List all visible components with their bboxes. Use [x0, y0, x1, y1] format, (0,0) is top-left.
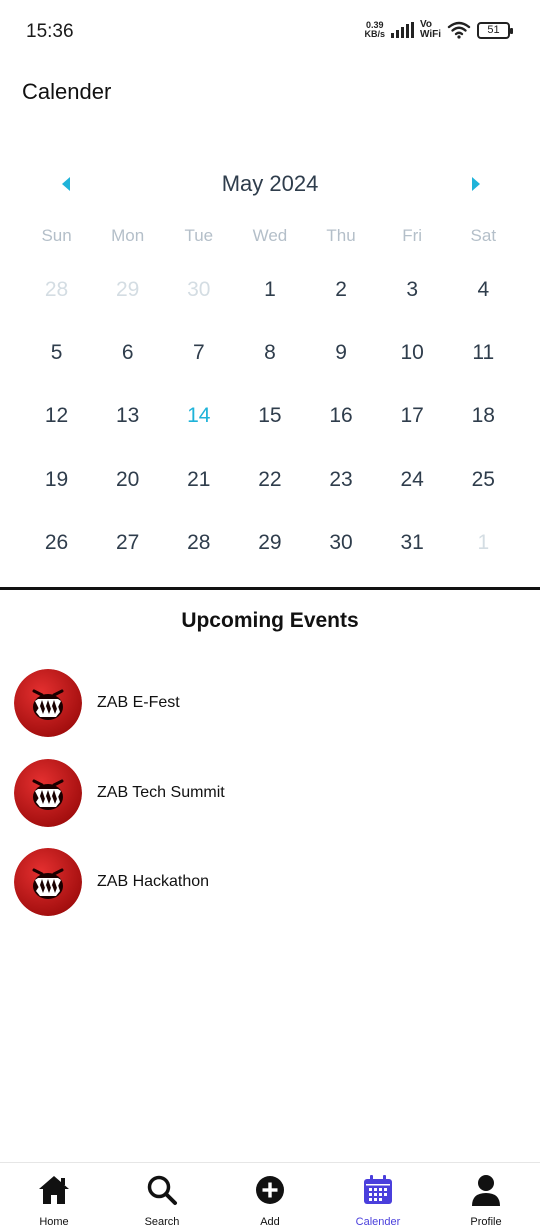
section-divider [0, 587, 540, 590]
monster-avatar-icon [14, 669, 82, 737]
calendar-screen: 15:36 0.39 KB/s Vo WiFi 51 Calender May … [0, 0, 540, 1230]
day-cell[interactable]: 30 [306, 513, 377, 576]
nav-label: Profile [470, 1216, 502, 1228]
day-cell[interactable]: 23 [306, 450, 377, 513]
day-cell[interactable]: 5 [21, 323, 92, 386]
day-cell[interactable]: 17 [377, 387, 448, 450]
monster-avatar-icon [14, 759, 82, 827]
bottom-nav: Home Search Add Calender Profile [0, 1162, 540, 1230]
weekday-label: Sat [470, 226, 497, 245]
day-cell[interactable]: 1 [448, 513, 519, 576]
nav-label: Calender [355, 1216, 401, 1228]
day-cell-today[interactable]: 14 [163, 387, 234, 450]
event-name: ZAB Tech Summit [97, 784, 225, 801]
weekday-label: Thu [326, 226, 356, 245]
wifi-icon [447, 21, 471, 39]
signal-icon [390, 22, 414, 38]
day-cell[interactable]: 20 [92, 450, 163, 513]
day-cell[interactable]: 18 [448, 387, 519, 450]
wifi-label: WiFi [419, 29, 441, 40]
calendar-icon [360, 1172, 396, 1208]
day-cell[interactable]: 7 [163, 323, 234, 386]
day-cell[interactable]: 28 [21, 260, 92, 323]
day-cell[interactable]: 24 [377, 450, 448, 513]
next-month-button[interactable] [466, 174, 486, 194]
home-icon [36, 1172, 72, 1208]
day-cell[interactable]: 26 [21, 513, 92, 576]
status-bar: 15:36 0.39 KB/s Vo WiFi 51 [0, 0, 540, 62]
day-cell[interactable]: 15 [234, 387, 305, 450]
day-cell[interactable]: 21 [163, 450, 234, 513]
calendar: May 2024 Sun Mon Tue Wed Thu Fri Sat 28 29 30 1 2 3… [0, 160, 540, 554]
day-cell[interactable]: 13 [92, 387, 163, 450]
day-cell[interactable]: 28 [163, 513, 234, 576]
day-cell[interactable]: 3 [377, 260, 448, 323]
status-time: 15:36 [26, 21, 74, 42]
nav-item-add[interactable]: Add [216, 1163, 324, 1230]
network-speed-unit: KB/s [364, 29, 385, 39]
day-cell[interactable]: 9 [306, 323, 377, 386]
event-list-item[interactable]: ZAB Tech Summit [14, 758, 514, 828]
day-cell[interactable]: 31 [377, 513, 448, 576]
weekday-label: Wed [252, 226, 288, 245]
day-cell[interactable]: 27 [92, 513, 163, 576]
weekday-row: Sun Mon Tue Wed Thu Fri Sat [21, 226, 519, 246]
nav-item-calender[interactable]: Calender [324, 1163, 432, 1230]
day-cell[interactable]: 22 [234, 450, 305, 513]
nav-label: Search [144, 1216, 180, 1228]
vowifi-icon: Vo WiFi [420, 20, 441, 40]
day-cell[interactable]: 8 [234, 323, 305, 386]
nav-item-search[interactable]: Search [108, 1163, 216, 1230]
day-cell[interactable]: 10 [377, 323, 448, 386]
page-title: Calender [22, 79, 112, 104]
day-cell[interactable]: 29 [92, 260, 163, 323]
day-cell[interactable]: 2 [306, 260, 377, 323]
chevron-right-icon [472, 177, 480, 191]
day-cell[interactable]: 16 [306, 387, 377, 450]
day-grid: 28 29 30 1 2 3 4 5 6 7 8 9 10 11 12 13 14 15 16 17 18 19 20 21 2… [21, 260, 519, 576]
day-cell[interactable]: 25 [448, 450, 519, 513]
nav-label: Home [39, 1216, 69, 1228]
day-cell[interactable]: 11 [448, 323, 519, 386]
weekday-label: Mon [111, 226, 145, 245]
add-circle-icon [252, 1172, 288, 1208]
search-icon [144, 1172, 180, 1208]
nav-label: Add [260, 1216, 280, 1228]
day-cell[interactable]: 4 [448, 260, 519, 323]
weekday-label: Sun [41, 226, 72, 245]
event-list-item[interactable]: ZAB E-Fest [14, 668, 514, 738]
nav-item-profile[interactable]: Profile [432, 1163, 540, 1230]
event-list-item[interactable]: ZAB Hackathon [14, 847, 514, 917]
calendar-header: May 2024 [0, 160, 540, 208]
month-label: May 2024 [221, 171, 319, 196]
day-cell[interactable]: 19 [21, 450, 92, 513]
weekday-label: Fri [402, 226, 423, 245]
day-cell[interactable]: 29 [234, 513, 305, 576]
nav-item-home[interactable]: Home [0, 1163, 108, 1230]
day-cell[interactable]: 30 [163, 260, 234, 323]
monster-avatar-icon [14, 848, 82, 916]
network-speed: 0.39 KB/s [364, 21, 385, 39]
events-title: Upcoming Events [181, 609, 359, 632]
battery-icon: 51 [477, 21, 513, 39]
status-icons: 0.39 KB/s Vo WiFi 51 [364, 20, 513, 40]
day-cell[interactable]: 1 [234, 260, 305, 323]
weekday-label: Tue [184, 226, 214, 245]
event-name: ZAB Hackathon [97, 873, 210, 890]
day-cell[interactable]: 12 [21, 387, 92, 450]
day-cell[interactable]: 6 [92, 323, 163, 386]
profile-icon [468, 1172, 504, 1208]
event-name: ZAB E-Fest [97, 694, 180, 711]
